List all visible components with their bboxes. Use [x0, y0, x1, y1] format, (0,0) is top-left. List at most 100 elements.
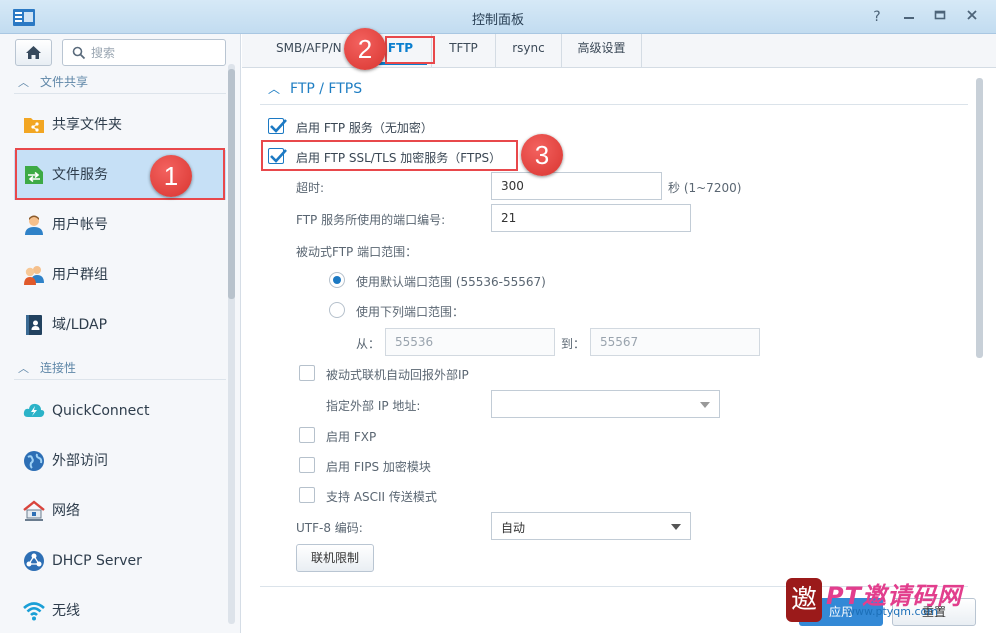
default-port-range-label: 使用默认端口范围 (55536-55567)	[356, 275, 546, 289]
enable-ftp-label: 启用 FTP 服务（无加密）	[296, 121, 433, 135]
sidebar: ︿文件共享 共享文件夹 文件服务 用户帐号 用户群组	[0, 34, 241, 633]
chevron-up-icon: ︿	[18, 362, 29, 375]
utf8-encoding-label: UTF-8 编码:	[296, 521, 363, 535]
connection-limit-button[interactable]: 联机限制	[296, 544, 374, 572]
chevron-up-icon: ︿	[268, 82, 281, 96]
content-scrollbar[interactable]	[976, 78, 983, 358]
external-ip-select[interactable]	[491, 390, 720, 418]
home-icon	[26, 46, 41, 59]
sidebar-item-label: 文件服务	[52, 167, 108, 183]
enable-fips-label: 启用 FIPS 加密模块	[326, 460, 431, 474]
pin-button[interactable]	[898, 6, 920, 28]
network-icon	[23, 500, 45, 521]
home-button[interactable]	[15, 39, 52, 66]
tab-tftp[interactable]: TFTP	[432, 34, 496, 67]
range-from-label: 从：	[356, 337, 381, 351]
shared-folder-icon	[24, 118, 44, 133]
sidebar-item-label: 用户帐号	[52, 217, 108, 233]
sidebar-item-dhcp-server[interactable]: DHCP Server	[14, 536, 226, 586]
timeout-label: 超时:	[296, 181, 325, 195]
checkmark-icon	[270, 119, 287, 133]
range-from-input[interactable]	[385, 328, 555, 356]
sidebar-item-label: 共享文件夹	[52, 117, 122, 133]
chevron-up-icon: ︿	[18, 76, 29, 89]
sidebar-item-label: 域/LDAP	[52, 317, 108, 333]
sidebar-item-user-account[interactable]: 用户帐号	[14, 200, 226, 250]
enable-fxp-checkbox[interactable]	[299, 427, 315, 443]
search-box[interactable]	[62, 39, 226, 66]
custom-port-range-radio[interactable]	[329, 302, 345, 318]
user-icon	[25, 215, 43, 235]
ftp-settings-panel: ︿ FTP / FTPS 启用 FTP 服务（无加密） 启用 FTP SSL/TL…	[242, 68, 996, 633]
timeout-unit-hint: 秒 (1~7200)	[668, 181, 742, 195]
group-header-file-sharing[interactable]: ︿ 文件共享	[14, 70, 226, 94]
section-title: FTP / FTPS	[290, 81, 363, 97]
maximize-button[interactable]	[929, 6, 951, 28]
sidebar-item-external-access[interactable]: 外部访问	[14, 436, 226, 486]
window-title: 控制面板	[471, 13, 524, 28]
ascii-mode-label: 支持 ASCII 传送模式	[326, 490, 437, 504]
help-icon: ?	[873, 9, 881, 25]
sidebar-scrollbar-thumb[interactable]	[228, 69, 235, 299]
group-header-connectivity[interactable]: ︿ 连接性	[14, 356, 226, 380]
sidebar-item-domain-ldap[interactable]: 域/LDAP	[14, 300, 226, 350]
enable-ftps-checkbox[interactable]	[268, 148, 287, 164]
wireless-icon	[23, 602, 45, 621]
sidebar-item-label: QuickConnect	[52, 403, 150, 419]
step-marker-1: 1	[150, 155, 192, 197]
enable-fips-checkbox[interactable]	[299, 457, 315, 473]
range-to-input[interactable]	[590, 328, 760, 356]
passive-port-range-label: 被动式FTP 端口范围：	[296, 245, 418, 259]
watermark-logo: 邀	[786, 578, 822, 622]
report-external-ip-label: 被动式联机自动回报外部IP	[326, 368, 469, 382]
close-icon	[967, 10, 977, 20]
sidebar-item-network[interactable]: 网络	[14, 486, 226, 536]
step-marker-3: 3	[521, 134, 563, 176]
help-button[interactable]: ?	[866, 6, 888, 28]
tab-rsync[interactable]: rsync	[496, 34, 562, 67]
section-header-ftp[interactable]: ︿ FTP / FTPS	[268, 80, 362, 97]
range-to-label: 到：	[561, 337, 586, 351]
utf8-encoding-value: 自动	[501, 521, 526, 535]
ftp-port-input[interactable]	[491, 204, 691, 232]
tab-advanced[interactable]: 高级设置	[562, 34, 642, 67]
sidebar-item-file-services[interactable]: 文件服务	[14, 150, 226, 200]
maximize-icon	[934, 10, 946, 20]
watermark-url: www.ptyqm.com	[846, 605, 938, 618]
enable-ftp-checkbox[interactable]	[268, 118, 287, 134]
sidebar-item-label: DHCP Server	[52, 553, 142, 569]
custom-port-range-label: 使用下列端口范围：	[356, 305, 465, 319]
section-divider	[260, 104, 968, 105]
utf8-encoding-select[interactable]: 自动	[491, 512, 691, 540]
quickconnect-icon	[23, 403, 45, 417]
default-port-range-radio[interactable]	[329, 272, 345, 288]
dropdown-arrow-icon	[671, 524, 681, 530]
sidebar-item-label: 网络	[52, 503, 80, 519]
external-ip-label: 指定外部 IP 地址:	[326, 399, 421, 413]
file-services-icon	[25, 166, 43, 184]
group-icon	[24, 266, 44, 285]
close-button[interactable]	[961, 6, 983, 28]
search-input[interactable]	[91, 44, 219, 62]
dropdown-arrow-icon	[700, 402, 710, 408]
window-titlebar: 控制面板 ?	[0, 0, 996, 34]
sidebar-item-label: 外部访问	[52, 453, 108, 469]
search-icon	[72, 46, 86, 60]
timeout-input[interactable]	[491, 172, 662, 200]
ftp-port-label: FTP 服务所使用的端口编号:	[296, 213, 446, 227]
checkmark-icon	[270, 149, 287, 163]
sidebar-item-wireless[interactable]: 无线	[14, 586, 226, 633]
sidebar-item-user-group[interactable]: 用户群组	[14, 250, 226, 300]
pin-icon	[904, 17, 914, 19]
sidebar-item-quickconnect[interactable]: QuickConnect	[14, 386, 226, 436]
sidebar-item-label: 无线	[52, 603, 80, 619]
sidebar-item-label: 用户群组	[52, 267, 108, 283]
report-external-ip-checkbox[interactable]	[299, 365, 315, 381]
external-access-icon	[24, 451, 44, 471]
sidebar-item-shared-folder[interactable]: 共享文件夹	[14, 100, 226, 150]
sidebar-scrollbar[interactable]	[228, 64, 235, 624]
enable-ftps-label: 启用 FTP SSL/TLS 加密服务（FTPS）	[296, 151, 502, 165]
dhcp-icon	[24, 551, 44, 571]
ascii-mode-checkbox[interactable]	[299, 487, 315, 503]
enable-fxp-label: 启用 FXP	[326, 430, 377, 444]
